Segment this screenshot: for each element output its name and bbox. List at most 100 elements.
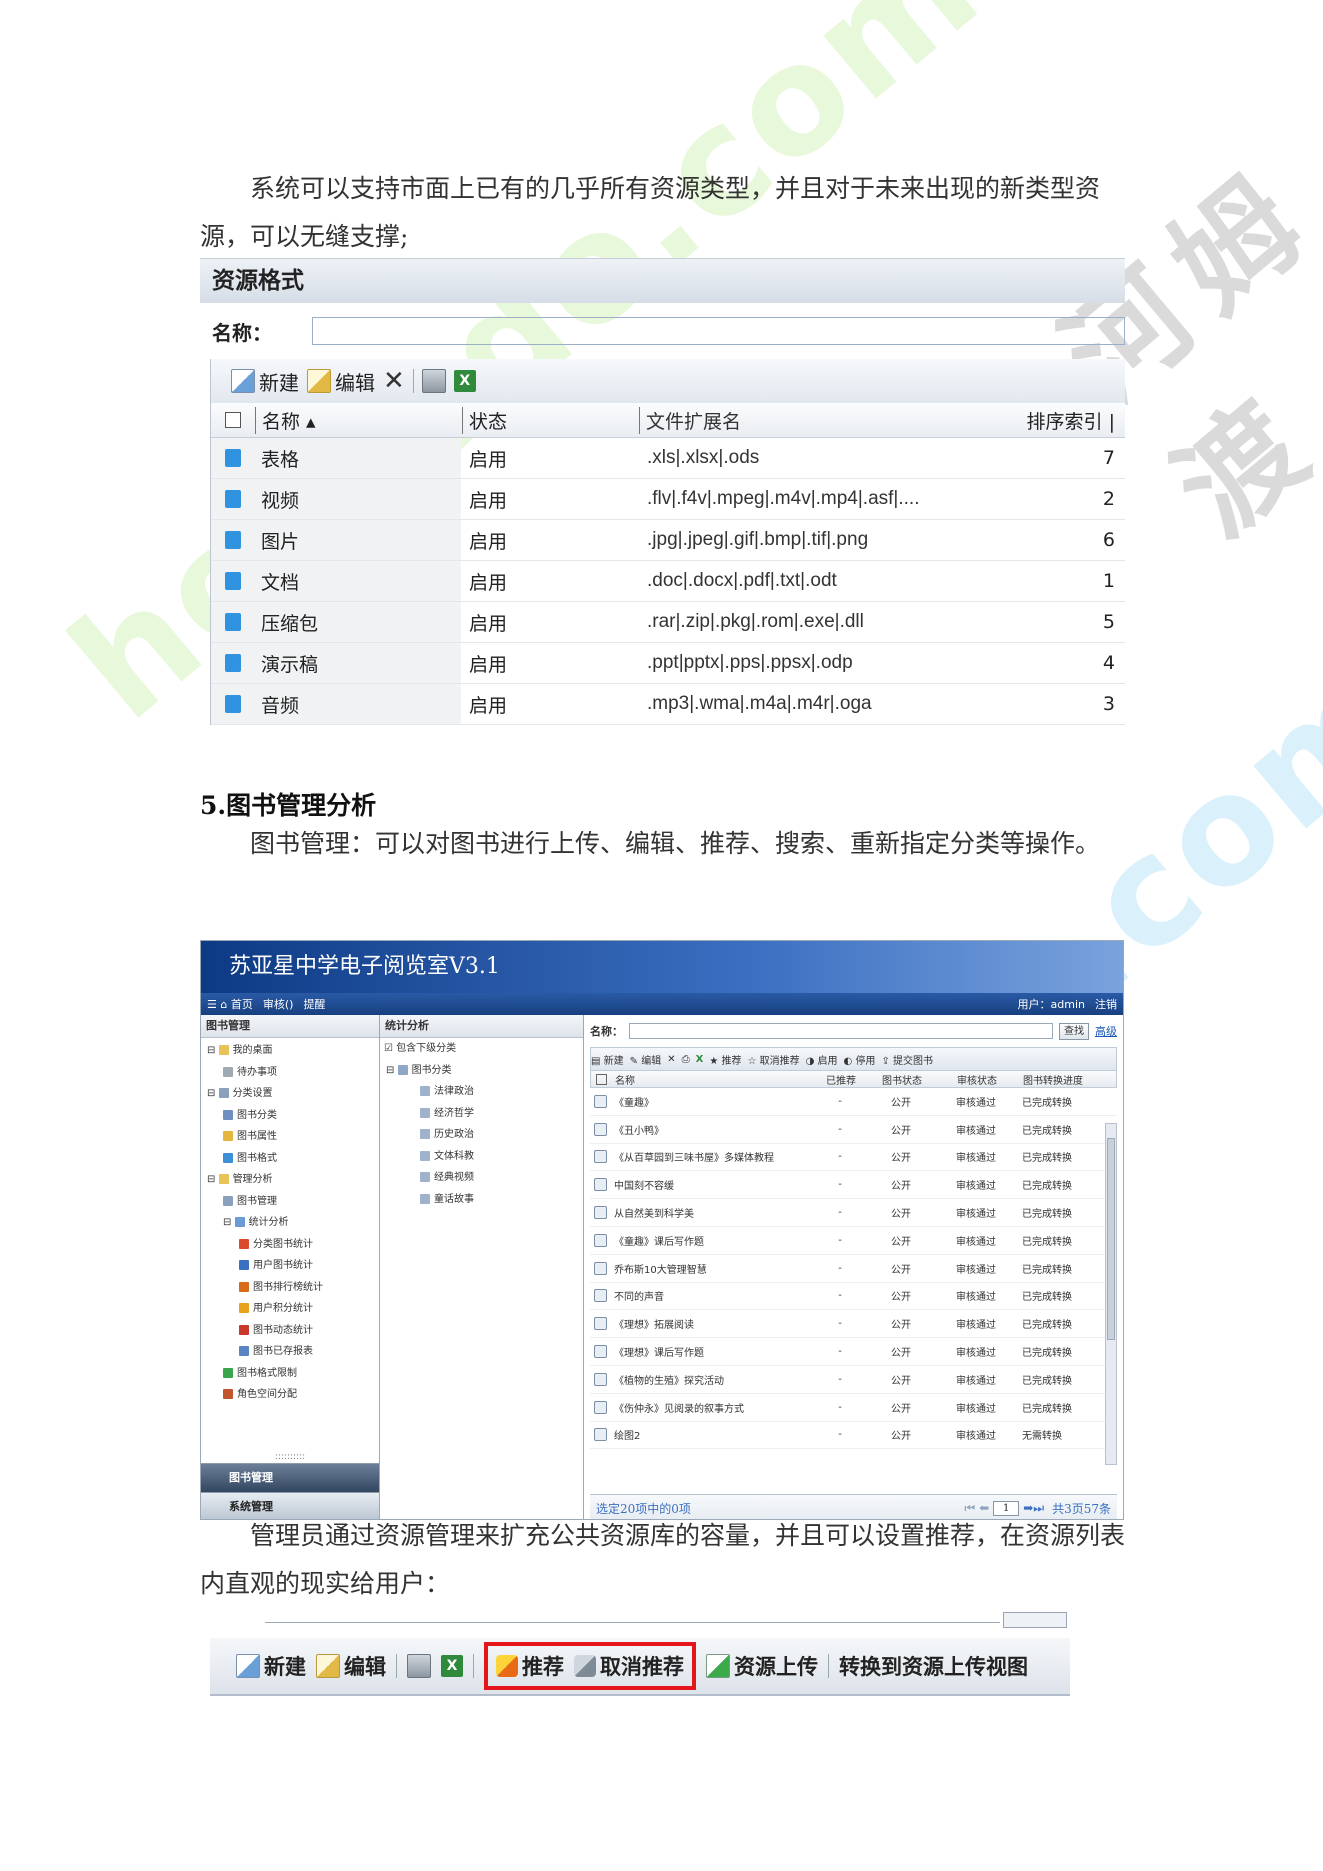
tree-item[interactable]: 图书格式限制 xyxy=(201,1363,379,1385)
book-row[interactable]: 乔布斯10大管理智慧 - 公开 审核通过 已完成转换 xyxy=(590,1255,1117,1283)
col-name[interactable]: 名称 ▴ xyxy=(255,406,462,434)
format-row[interactable]: 音频 启用 .mp3|.wma|.m4a|.m4r|.oga 3 xyxy=(211,684,1125,725)
tree-item[interactable]: 用户图书统计 xyxy=(201,1255,379,1277)
include-sub-checkbox[interactable]: ☑ 包含下级分类 xyxy=(380,1038,583,1060)
book-recommend-button[interactable]: ★ 推荐 xyxy=(709,1052,741,1067)
book-row[interactable]: 《童趣》课后写作题 - 公开 审核通过 已完成转换 xyxy=(590,1227,1117,1255)
book-row[interactable]: 《丑小鸭》 - 公开 审核通过 已完成转换 xyxy=(590,1116,1117,1144)
book-submit-button[interactable]: ⇪ 提交图书 xyxy=(881,1052,933,1067)
book-row[interactable]: 《童趣》 - 公开 审核通过 已完成转换 xyxy=(590,1088,1117,1116)
book-row[interactable]: 不同的声音 - 公开 审核通过 已完成转换 xyxy=(590,1283,1117,1311)
category-item[interactable]: 历史政治 xyxy=(380,1124,583,1146)
collapse-icon[interactable]: ⊟ xyxy=(207,1088,219,1099)
res-recommend-button[interactable]: 推荐 xyxy=(496,1651,564,1681)
search-button[interactable]: 查找 xyxy=(1059,1022,1089,1040)
book-row[interactable]: 《理想》课后写作题 - 公开 审核通过 已完成转换 xyxy=(590,1338,1117,1366)
book-edit-button[interactable]: ✎ 编辑 xyxy=(630,1052,662,1067)
res-edit-button[interactable]: 编辑 xyxy=(316,1651,386,1681)
format-row[interactable]: 表格 启用 .xls|.xlsx|.ods 7 xyxy=(211,438,1125,479)
advanced-link[interactable]: 高级 xyxy=(1095,1023,1117,1039)
category-item[interactable]: 经济哲学 xyxy=(380,1103,583,1125)
book-col-recommended[interactable]: 已推荐 xyxy=(815,1072,867,1087)
collapse-icon[interactable]: ⊟ xyxy=(207,1045,219,1056)
tree-item[interactable]: 图书属性 xyxy=(201,1126,379,1148)
category-item[interactable]: 童话故事 xyxy=(380,1189,583,1211)
excel-export-icon[interactable]: X xyxy=(441,1655,463,1677)
tree-item[interactable]: ⊟ 管理分析 xyxy=(201,1169,379,1191)
mid-tree-root[interactable]: ⊟ 图书分类 xyxy=(380,1060,583,1082)
accordion-book-mgmt[interactable]: 图书管理 xyxy=(201,1463,379,1492)
res-upload-button[interactable]: 资源上传 xyxy=(706,1651,818,1681)
book-col-progress[interactable]: 图书转换进度 xyxy=(1017,1072,1116,1087)
search-input[interactable] xyxy=(629,1023,1053,1039)
select-all-checkbox[interactable] xyxy=(211,412,255,428)
print-icon[interactable] xyxy=(421,369,446,393)
book-col-name[interactable]: 名称 xyxy=(611,1072,815,1087)
collapse-icon[interactable]: ⊟ xyxy=(223,1217,235,1228)
format-row[interactable]: 演示稿 启用 .ppt|pptx|.pps|.ppsx|.odp 4 xyxy=(211,643,1125,684)
col-ext[interactable]: 文件扩展名 xyxy=(639,406,956,434)
book-progress: 已完成转换 xyxy=(1022,1097,1072,1109)
category-item[interactable]: 法律政治 xyxy=(380,1081,583,1103)
book-print-icon[interactable]: ⎙ xyxy=(682,1054,690,1065)
book-new-button[interactable]: ▤ 新建 xyxy=(591,1052,624,1067)
excel-export-icon[interactable]: X xyxy=(453,370,476,392)
book-row[interactable]: 从自然美到科学美 - 公开 审核通过 已完成转换 xyxy=(590,1199,1117,1227)
book-name: 《植物的生殖》探究活动 xyxy=(614,1375,724,1387)
tree-item[interactable]: 待办事项 xyxy=(201,1062,379,1084)
book-row[interactable]: 《伤仲永》见阅录的叙事方式 - 公开 审核通过 已完成转换 xyxy=(590,1394,1117,1422)
nav-remind[interactable]: 提醒 xyxy=(303,996,325,1012)
edit-button[interactable]: 编辑 xyxy=(307,367,375,396)
tree-item[interactable]: 图书排行榜统计 xyxy=(201,1277,379,1299)
book-select-all[interactable] xyxy=(595,1073,607,1085)
book-disable-button[interactable]: ◐ 停用 xyxy=(844,1052,876,1067)
toolbar-top-box xyxy=(1003,1612,1067,1628)
tree-item[interactable]: 图书已存报表 xyxy=(201,1341,379,1363)
book-row[interactable]: 绘图2 - 公开 审核通过 无需转换 xyxy=(590,1422,1117,1450)
book-excel-icon[interactable]: X xyxy=(696,1054,704,1065)
book-col-status[interactable]: 图书状态 xyxy=(867,1072,937,1087)
tree-item[interactable]: 图书分类 xyxy=(201,1105,379,1127)
tree-node-icon xyxy=(239,1324,249,1335)
format-row[interactable]: 文档 启用 .doc|.docx|.pdf|.txt|.odt 1 xyxy=(211,561,1125,602)
book-row[interactable]: 《从百草园到三味书屋》多媒体教程 - 公开 审核通过 已完成转换 xyxy=(590,1144,1117,1172)
tree-item[interactable]: 分类图书统计 xyxy=(201,1234,379,1256)
res-unrecommend-button[interactable]: 取消推荐 xyxy=(574,1651,684,1681)
name-input[interactable] xyxy=(312,317,1125,345)
res-new-button[interactable]: 新建 xyxy=(236,1651,306,1681)
format-row[interactable]: 压缩包 启用 .rar|.zip|.pkg|.rom|.exe|.dll 5 xyxy=(211,602,1125,643)
tree-item[interactable]: 图书动态统计 xyxy=(201,1320,379,1342)
switch-view-button[interactable]: 转换到资源上传视图 xyxy=(839,1651,1028,1681)
tree-item[interactable]: 图书管理 xyxy=(201,1191,379,1213)
col-order[interactable]: 排序索引 | xyxy=(956,407,1125,434)
book-col-audit[interactable]: 审核状态 xyxy=(937,1072,1017,1087)
new-button[interactable]: 新建 xyxy=(231,367,299,396)
book-enable-button[interactable]: ◑ 启用 xyxy=(806,1052,838,1067)
format-row[interactable]: 视频 启用 .flv|.f4v|.mpeg|.m4v|.mp4|.asf|.... 2 xyxy=(211,479,1125,520)
collapse-icon[interactable]: ⊟ xyxy=(207,1174,219,1185)
tree-item[interactable]: 用户积分统计 xyxy=(201,1298,379,1320)
book-delete-icon[interactable]: ✕ xyxy=(667,1054,675,1065)
tree-item[interactable]: ⊟ 分类设置 xyxy=(201,1083,379,1105)
book-progress: 已完成转换 xyxy=(1022,1348,1072,1360)
nav-home[interactable]: ☰ ⌂ 首页 xyxy=(207,996,253,1012)
print-icon[interactable] xyxy=(407,1654,431,1678)
format-extensions: .jpg|.jpeg|.gif|.bmp|.tif|.png xyxy=(647,529,869,550)
tree-item[interactable]: 图书格式 xyxy=(201,1148,379,1170)
category-item[interactable]: 文体科教 xyxy=(380,1146,583,1168)
delete-icon[interactable]: ✕ xyxy=(383,368,405,394)
book-row[interactable]: 《植物的生殖》探究活动 - 公开 审核通过 已完成转换 xyxy=(590,1366,1117,1394)
format-row[interactable]: 图片 启用 .jpg|.jpeg|.gif|.bmp|.tif|.png 6 xyxy=(211,520,1125,561)
book-unrecommend-button[interactable]: ☆ 取消推荐 xyxy=(747,1052,799,1067)
tree-item[interactable]: 角色空间分配 xyxy=(201,1384,379,1406)
book-row[interactable]: 中国刻不容缓 - 公开 审核通过 已完成转换 xyxy=(590,1171,1117,1200)
book-row[interactable]: 《理想》拓展阅读 - 公开 审核通过 已完成转换 xyxy=(590,1310,1117,1339)
tree-item[interactable]: ⊟ 统计分析 xyxy=(201,1212,379,1234)
category-item[interactable]: 经典视频 xyxy=(380,1167,583,1189)
col-status[interactable]: 状态 xyxy=(462,406,639,434)
tree-item[interactable]: ⊟ 我的桌面 xyxy=(201,1040,379,1062)
nav-logout[interactable]: 注销 xyxy=(1095,996,1117,1012)
book-progress: 已完成转换 xyxy=(1022,1209,1072,1221)
nav-audit[interactable]: 审核() xyxy=(263,996,294,1012)
vertical-scrollbar[interactable] xyxy=(1105,1123,1117,1465)
